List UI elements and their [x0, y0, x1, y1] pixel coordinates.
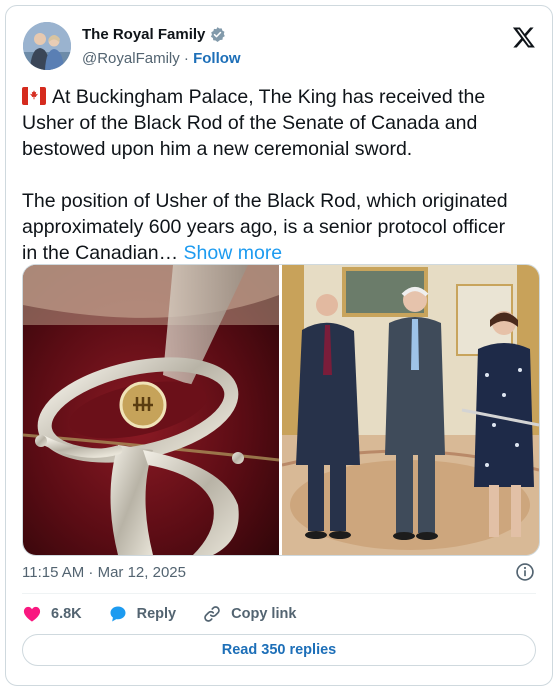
like-count: 6.8K — [51, 606, 82, 622]
canada-flag-icon — [22, 87, 46, 105]
reply-label: Reply — [136, 606, 177, 622]
divider — [22, 593, 536, 594]
tweet-line-5: The position of Usher of the Black Rod, … — [22, 190, 508, 212]
copy-link-label: Copy link — [231, 606, 297, 622]
verified-badge-icon — [211, 27, 226, 42]
tweet-line-2: Usher of the Black Rod of the Senate of … — [22, 112, 478, 134]
link-icon — [204, 606, 220, 622]
x-logo-icon[interactable] — [512, 25, 536, 49]
show-more-link[interactable]: Show more — [184, 242, 283, 264]
separator-dot: · — [183, 50, 189, 67]
palace-photo[interactable] — [281, 265, 539, 555]
tweet-card: The Royal Family @RoyalFamily · Follow A… — [5, 5, 553, 686]
tweet-text: At Buckingham Palace, The King has recei… — [22, 84, 532, 266]
tweet-media — [22, 264, 540, 556]
action-bar: 6.8K Reply Copy link — [22, 602, 322, 626]
copy-link-button[interactable]: Copy link — [202, 604, 296, 624]
tweet-line-1: At Buckingham Palace, The King has recei… — [52, 86, 486, 108]
avatar[interactable] — [23, 22, 71, 70]
heart-icon — [23, 606, 41, 622]
tweet-line-6: approximately 600 years ago, is a senior… — [22, 216, 506, 238]
tweet-line-7: in the Canadian… — [22, 242, 179, 264]
author-handle[interactable]: @RoyalFamily — [82, 50, 180, 67]
follow-button[interactable]: Follow — [193, 50, 241, 67]
author-display-name[interactable]: The Royal Family — [82, 26, 205, 43]
author-name-row[interactable]: The Royal Family — [82, 26, 226, 43]
author-handle-row: @RoyalFamily · Follow — [82, 50, 241, 67]
read-replies-button[interactable]: Read 350 replies — [22, 634, 536, 666]
like-button[interactable]: 6.8K — [22, 604, 82, 624]
reply-bubble-icon — [110, 606, 126, 622]
tweet-line-3: bestowed upon him a new ceremonial sword… — [22, 138, 413, 160]
sword-photo[interactable] — [23, 265, 280, 555]
info-icon[interactable] — [515, 562, 535, 582]
reply-button[interactable]: Reply — [108, 604, 177, 624]
tweet-timestamp[interactable]: 11:15 AM · Mar 12, 2025 — [22, 564, 186, 581]
